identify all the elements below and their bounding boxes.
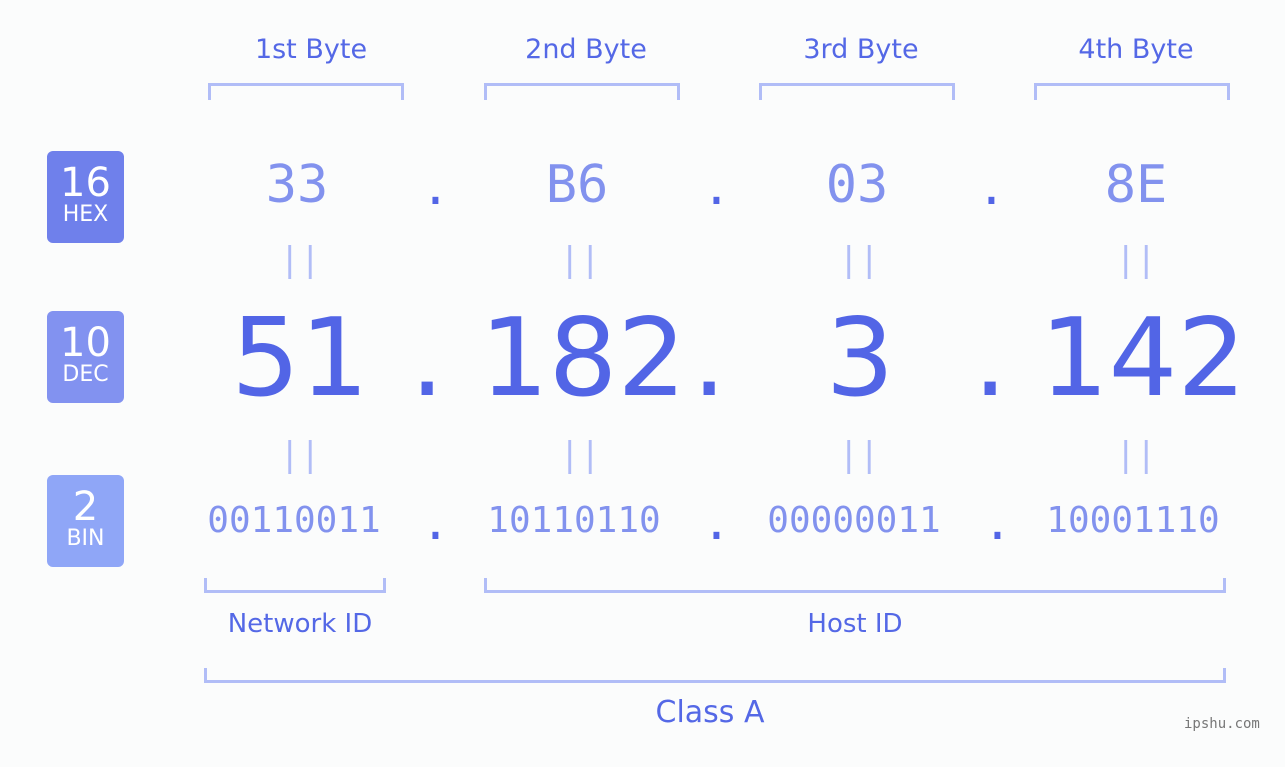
dec-value-4: 142: [1039, 296, 1247, 421]
host-id-label: Host ID: [807, 609, 903, 639]
dec-separator-3: .: [973, 296, 1008, 421]
byte-bracket-2: [484, 83, 680, 100]
equals-sign: ||: [838, 240, 880, 280]
bin-base-label: BIN: [66, 526, 105, 551]
bin-value-2: 10110110: [487, 500, 661, 541]
network-id-bracket: [204, 578, 386, 593]
byte-bracket-1: [208, 83, 404, 100]
bin-separator-3: .: [983, 495, 1012, 551]
bin-value-4: 10001110: [1046, 500, 1220, 541]
equals-sign: ||: [279, 435, 321, 475]
dec-separator-2: .: [692, 296, 727, 421]
equals-sign: ||: [1115, 435, 1157, 475]
hex-value-2: B6: [545, 155, 609, 215]
bin-badge: 2 BIN: [47, 475, 124, 567]
equals-sign: ||: [559, 240, 601, 280]
class-bracket: [204, 668, 1226, 683]
hex-value-1: 33: [265, 155, 329, 215]
byte-label-1: 1st Byte: [254, 34, 368, 65]
equals-sign: ||: [279, 240, 321, 280]
bin-separator-1: .: [421, 495, 450, 551]
bin-value-1: 00110011: [207, 500, 381, 541]
hex-value-4: 8E: [1104, 155, 1168, 215]
dec-value-2: 182: [479, 296, 687, 421]
byte-bracket-3: [759, 83, 955, 100]
hex-separator-3: .: [977, 160, 1006, 216]
dec-separator-1: .: [410, 296, 445, 421]
dec-base-number: 10: [60, 320, 111, 366]
dec-badge: 10 DEC: [47, 311, 124, 403]
byte-label-2: 2nd Byte: [525, 34, 647, 65]
equals-sign: ||: [1115, 240, 1157, 280]
dec-value-1: 51: [231, 296, 369, 421]
class-label: Class A: [655, 695, 765, 730]
bin-base-number: 2: [72, 484, 99, 530]
bin-value-3: 00000011: [767, 500, 941, 541]
bin-separator-2: .: [702, 495, 731, 551]
hex-separator-2: .: [702, 160, 731, 216]
byte-label-3: 3rd Byte: [803, 34, 919, 65]
host-id-bracket: [484, 578, 1226, 593]
equals-sign: ||: [559, 435, 601, 475]
dec-value-3: 3: [825, 296, 895, 421]
hex-separator-1: .: [421, 160, 450, 216]
hex-base-number: 16: [60, 160, 111, 206]
equals-sign: ||: [838, 435, 880, 475]
network-id-label: Network ID: [227, 609, 373, 639]
hex-badge: 16 HEX: [47, 151, 124, 243]
watermark: ipshu.com: [1184, 716, 1260, 732]
byte-bracket-4: [1034, 83, 1230, 100]
hex-base-label: HEX: [62, 202, 109, 227]
byte-label-4: 4th Byte: [1078, 34, 1194, 65]
dec-base-label: DEC: [62, 362, 109, 387]
hex-value-3: 03: [825, 155, 889, 215]
